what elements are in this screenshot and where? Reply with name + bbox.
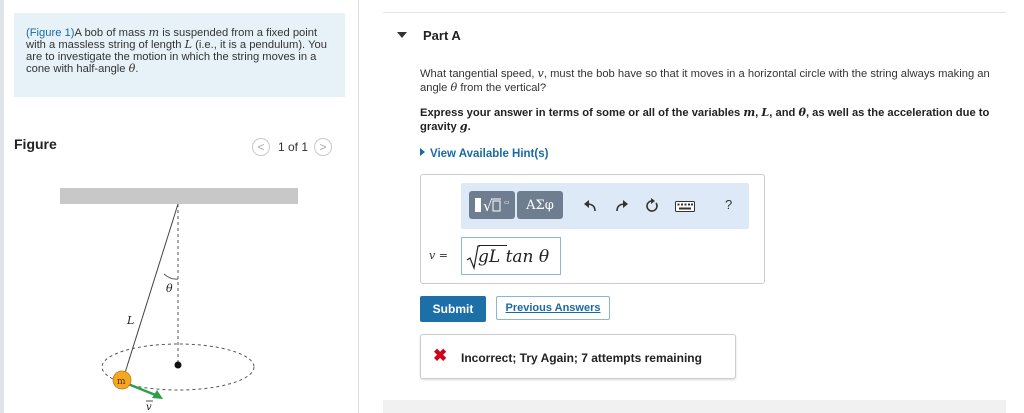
greek-symbols-button[interactable]: ΑΣφ: [517, 191, 563, 219]
velocity-vector: [127, 382, 159, 398]
question-panel: Part A What tangential speed, v, must th…: [383, 0, 1024, 413]
view-hints-link[interactable]: View Available Hint(s): [420, 148, 548, 160]
length-label: L: [126, 314, 134, 327]
variable-label: v =: [429, 249, 448, 262]
figure-link[interactable]: (Figure 1): [26, 27, 75, 39]
previous-answers-button[interactable]: Previous Answers: [496, 296, 610, 320]
instruction-fragment: , and: [769, 107, 799, 119]
part-title: Part A: [423, 28, 461, 43]
figure-pager: < 1 of 1 >: [252, 138, 333, 156]
figure-count: 1 of 1: [278, 140, 309, 154]
question-text: What tangential speed, v, must the bob h…: [420, 67, 1010, 95]
collapse-caret-icon[interactable]: [397, 32, 407, 38]
submit-button[interactable]: Submit: [420, 296, 486, 322]
svg-text:√: √: [483, 197, 493, 215]
var-m: m: [148, 26, 160, 39]
next-figure-button[interactable]: >: [314, 138, 333, 156]
intro-text: .: [135, 63, 139, 75]
feedback-message: Incorrect; Try Again; 7 attempts remaini…: [461, 351, 702, 365]
figure-panel: (Figure 1)A bob of mass m is suspended f…: [0, 0, 359, 413]
chevron-right-icon: >: [319, 140, 327, 154]
hint-link-label: View Available Hint(s): [430, 148, 549, 160]
conical-pendulum-diagram: θ L m v: [60, 188, 298, 413]
answer-input[interactable]: gL tan θ: [461, 237, 561, 275]
templates-icon: √ ▭: [475, 197, 510, 215]
chevron-left-icon: <: [257, 140, 265, 154]
circle-center-dot: [174, 361, 182, 369]
templates-button[interactable]: √ ▭: [469, 191, 515, 219]
velocity-label: v: [146, 402, 152, 413]
answer-entry-box: √ ▭ ΑΣφ ? v = gL tan θ: [420, 174, 765, 284]
instruction-fragment: Express your answer in terms of some or …: [420, 107, 744, 119]
expand-triangle-icon: [420, 148, 425, 156]
mass-label: m: [117, 377, 126, 387]
feedback-box: ✖ Incorrect; Try Again; 7 attempts remai…: [420, 334, 736, 379]
var-m: m: [743, 105, 756, 119]
question-fragment: What tangential speed,: [420, 68, 538, 80]
prev-figure-button[interactable]: <: [252, 138, 270, 156]
answer-expression: gL tan θ: [478, 247, 549, 267]
math-toolbar: √ ▭ ΑΣφ ?: [461, 183, 749, 229]
keyboard-icon[interactable]: [675, 201, 695, 212]
radical-bar: [479, 245, 507, 246]
answer-theta: θ: [538, 247, 550, 267]
svg-text:▭: ▭: [504, 199, 510, 206]
redo-icon[interactable]: [615, 200, 629, 212]
reset-icon[interactable]: [645, 198, 659, 213]
answer-instructions: Express your answer in terms of some or …: [420, 106, 1010, 134]
problem-intro: (Figure 1)A bob of mass m is suspended f…: [14, 13, 345, 97]
var-theta: θ: [798, 105, 806, 119]
question-fragment: from the vertical?: [457, 82, 547, 94]
instruction-fragment: .: [467, 121, 471, 133]
next-section-strip: [383, 400, 1006, 413]
incorrect-x-icon: ✖: [433, 346, 448, 365]
angle-arc: [163, 273, 179, 280]
greek-label: ΑΣφ: [526, 197, 554, 213]
var-g: g: [459, 119, 468, 133]
help-button[interactable]: ?: [725, 197, 732, 212]
radicand-text: gL tan: [478, 247, 539, 267]
intro-text: A bob of mass: [74, 27, 149, 39]
theta-label: θ: [166, 282, 173, 295]
part-header[interactable]: Part A: [383, 12, 1006, 57]
undo-icon[interactable]: [583, 200, 597, 212]
figure-title: Figure: [14, 136, 57, 152]
var-L: L: [184, 38, 192, 51]
ceiling-support: [60, 188, 298, 204]
